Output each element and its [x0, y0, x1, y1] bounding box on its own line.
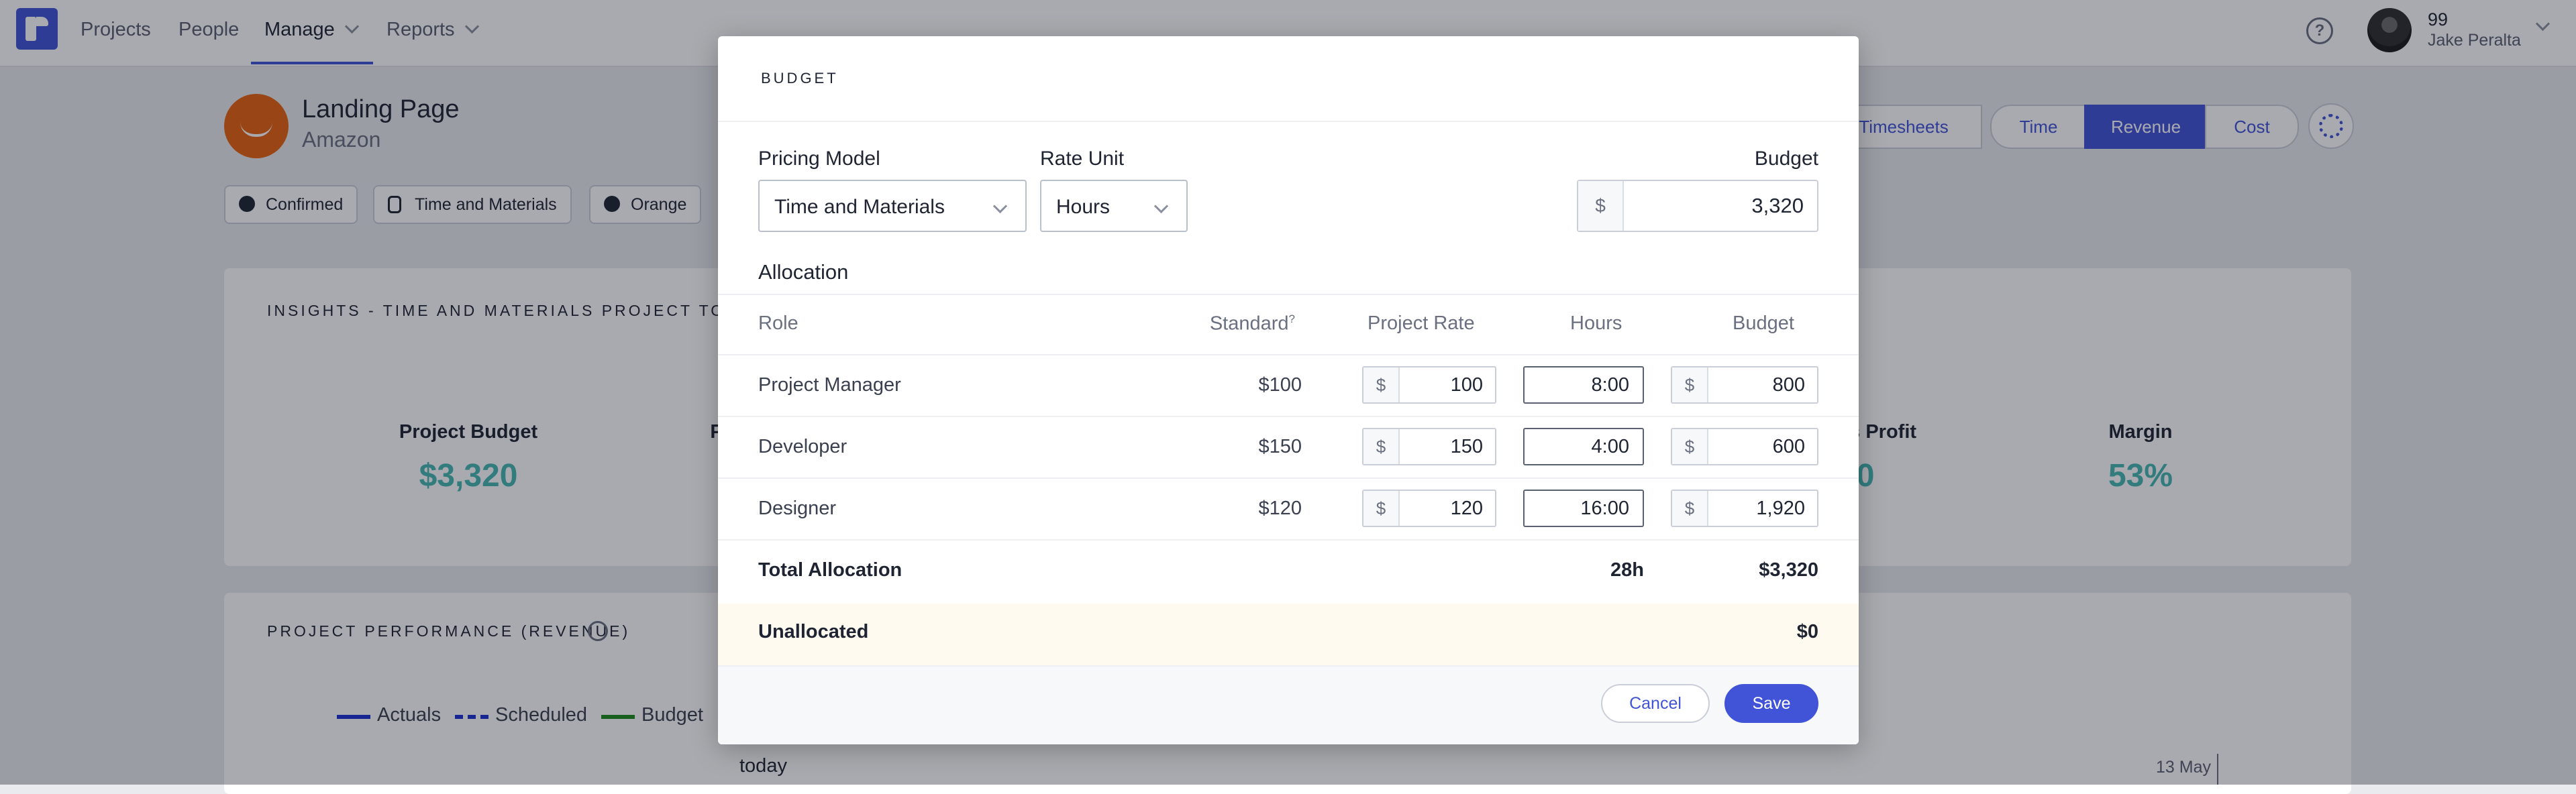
- currency-symbol: $: [1672, 429, 1708, 464]
- budget-modal: BUDGET Pricing Model Time and Materials …: [718, 36, 1859, 744]
- column-hours: Hours: [1570, 313, 1622, 335]
- budget-label: Budget: [1751, 148, 1818, 170]
- column-standard: Standard?: [1206, 313, 1295, 335]
- role-budget-input[interactable]: $ 600: [1671, 428, 1818, 465]
- rate-unit-label: Rate Unit: [1040, 148, 1124, 170]
- hours-input[interactable]: 4:00: [1523, 428, 1644, 465]
- modal-title: BUDGET: [761, 70, 839, 87]
- total-hours: 28h: [1557, 559, 1644, 581]
- cancel-button[interactable]: Cancel: [1601, 684, 1710, 723]
- divider: [718, 354, 1859, 355]
- currency-symbol: $: [1363, 367, 1400, 402]
- role-name: Project Manager: [758, 374, 901, 396]
- column-role: Role: [758, 313, 798, 335]
- role-budget-input[interactable]: $ 1,920: [1671, 490, 1818, 527]
- currency-symbol: $: [1363, 429, 1400, 464]
- role-budget-value: 600: [1773, 429, 1805, 464]
- role-budget-value: 800: [1773, 367, 1805, 402]
- divider: [718, 121, 1859, 122]
- unallocated-label: Unallocated: [758, 621, 868, 643]
- column-budget: Budget: [1733, 313, 1794, 335]
- standard-help-mark[interactable]: ?: [1289, 313, 1295, 325]
- standard-rate: $100: [1208, 374, 1302, 396]
- chevron-down-icon: [1154, 199, 1168, 213]
- role-budget-value: 1,920: [1756, 491, 1805, 526]
- pricing-model-value: Time and Materials: [774, 196, 945, 218]
- chevron-down-icon: [993, 199, 1007, 213]
- project-rate-input[interactable]: $ 100: [1362, 366, 1496, 404]
- pricing-model-label: Pricing Model: [758, 148, 880, 170]
- currency-symbol: $: [1672, 367, 1708, 402]
- column-standard-label: Standard: [1210, 313, 1289, 335]
- role-budget-input[interactable]: $ 800: [1671, 366, 1818, 404]
- project-rate-value: 100: [1451, 367, 1483, 402]
- rate-unit-value: Hours: [1056, 196, 1110, 218]
- total-budget: $3,320: [1698, 559, 1818, 581]
- rate-unit-select[interactable]: Hours: [1040, 180, 1188, 232]
- divider: [718, 477, 1859, 479]
- allocation-title: Allocation: [758, 260, 848, 284]
- total-allocation-label: Total Allocation: [758, 559, 902, 581]
- column-project-rate: Project Rate: [1368, 313, 1475, 335]
- hours-input[interactable]: 16:00: [1523, 490, 1644, 527]
- divider: [718, 539, 1859, 541]
- standard-rate: $120: [1208, 498, 1302, 520]
- budget-currency: $: [1578, 181, 1624, 231]
- budget-input[interactable]: $ 3,320: [1577, 180, 1818, 232]
- currency-symbol: $: [1672, 491, 1708, 526]
- role-name: Designer: [758, 498, 836, 520]
- divider: [718, 416, 1859, 417]
- save-button[interactable]: Save: [1724, 684, 1818, 723]
- unallocated-value: $0: [1698, 621, 1818, 643]
- project-rate-value: 150: [1451, 429, 1483, 464]
- pricing-model-select[interactable]: Time and Materials: [758, 180, 1027, 232]
- project-rate-value: 120: [1451, 491, 1483, 526]
- project-rate-input[interactable]: $ 120: [1362, 490, 1496, 527]
- project-rate-input[interactable]: $ 150: [1362, 428, 1496, 465]
- budget-value: 3,320: [1751, 181, 1804, 231]
- currency-symbol: $: [1363, 491, 1400, 526]
- standard-rate: $150: [1208, 436, 1302, 458]
- divider: [718, 294, 1859, 295]
- hours-input[interactable]: 8:00: [1523, 366, 1644, 404]
- role-name: Developer: [758, 436, 847, 458]
- unallocated-row: [718, 604, 1859, 665]
